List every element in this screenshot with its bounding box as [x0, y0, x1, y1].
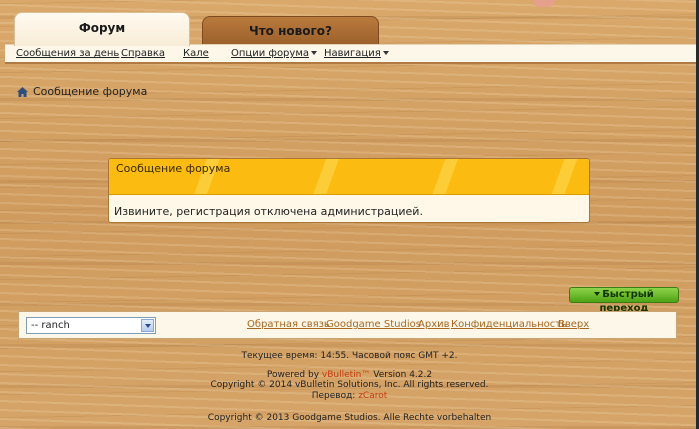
vbulletin-link[interactable]: vBulletin™: [322, 370, 370, 380]
footer-link-contact[interactable]: Обратная связь: [247, 319, 330, 330]
menu-item-help[interactable]: Справка: [121, 48, 165, 59]
footer-bar: -- ranch Обратная связь Goodgame Studios…: [18, 311, 677, 339]
powered-version: Version 4.2.2: [370, 370, 433, 380]
footer-copyright-gg: Copyright © 2013 Goodgame Studios. Alle …: [207, 413, 492, 423]
message-box-header: Сообщение форума: [109, 159, 589, 195]
dropdown-arrow-icon[interactable]: [141, 319, 154, 332]
breadcrumb: Сообщение форума: [17, 85, 147, 98]
powered-prefix: Powered by: [266, 370, 322, 380]
footer-time: Текущее время: 14:55. Часовой пояс GMT +…: [241, 351, 458, 361]
footer-powered: Powered by vBulletin™ Version 4.2.2: [0, 370, 699, 380]
header-decoration: [533, 0, 555, 7]
chevron-down-icon: [311, 51, 317, 55]
menu-item-calendar[interactable]: Кале: [183, 48, 209, 59]
footer-link-archive[interactable]: Архив: [418, 319, 450, 330]
tab-whats-new[interactable]: Что нового?: [202, 16, 379, 44]
menu-item-forum-options[interactable]: Опции форума: [231, 48, 317, 59]
style-select[interactable]: -- ranch: [26, 317, 156, 334]
breadcrumb-current: Сообщение форума: [33, 85, 148, 98]
quick-nav-button[interactable]: Быстрый переход: [569, 287, 679, 314]
chevron-down-icon: [382, 51, 389, 55]
menu-item-forum-options-label: Опции форума: [231, 48, 309, 59]
menu-item-navigation[interactable]: Навигация: [324, 48, 389, 59]
style-select-value: -- ranch: [31, 320, 70, 331]
footer-link-goodgame[interactable]: Goodgame Studios: [326, 319, 421, 330]
forum-menu-bar: Сообщения за день Справка Кале Опции фор…: [5, 44, 696, 64]
menu-item-navigation-label: Навигация: [324, 48, 381, 59]
footer-link-privacy[interactable]: Конфиденциальность: [451, 319, 567, 330]
footer-copyright-vb: Copyright © 2014 vBulletin Solutions, In…: [210, 380, 489, 390]
message-box: Сообщение форума Извините, регистрация о…: [108, 158, 590, 223]
message-text: Извините, регистрация отключена админист…: [114, 205, 423, 218]
translation-prefix: Перевод:: [311, 391, 359, 401]
footer-translation: Перевод: zCarot: [0, 391, 699, 401]
home-icon[interactable]: [17, 86, 28, 97]
message-title: Сообщение форума: [116, 162, 231, 175]
tab-forum[interactable]: Форум: [14, 12, 190, 46]
menu-item-todays-posts[interactable]: Сообщения за день: [16, 48, 119, 59]
translator-link[interactable]: zCarot: [358, 391, 387, 401]
chevron-down-icon: [594, 292, 601, 296]
footer-link-top[interactable]: Вверх: [558, 319, 589, 330]
